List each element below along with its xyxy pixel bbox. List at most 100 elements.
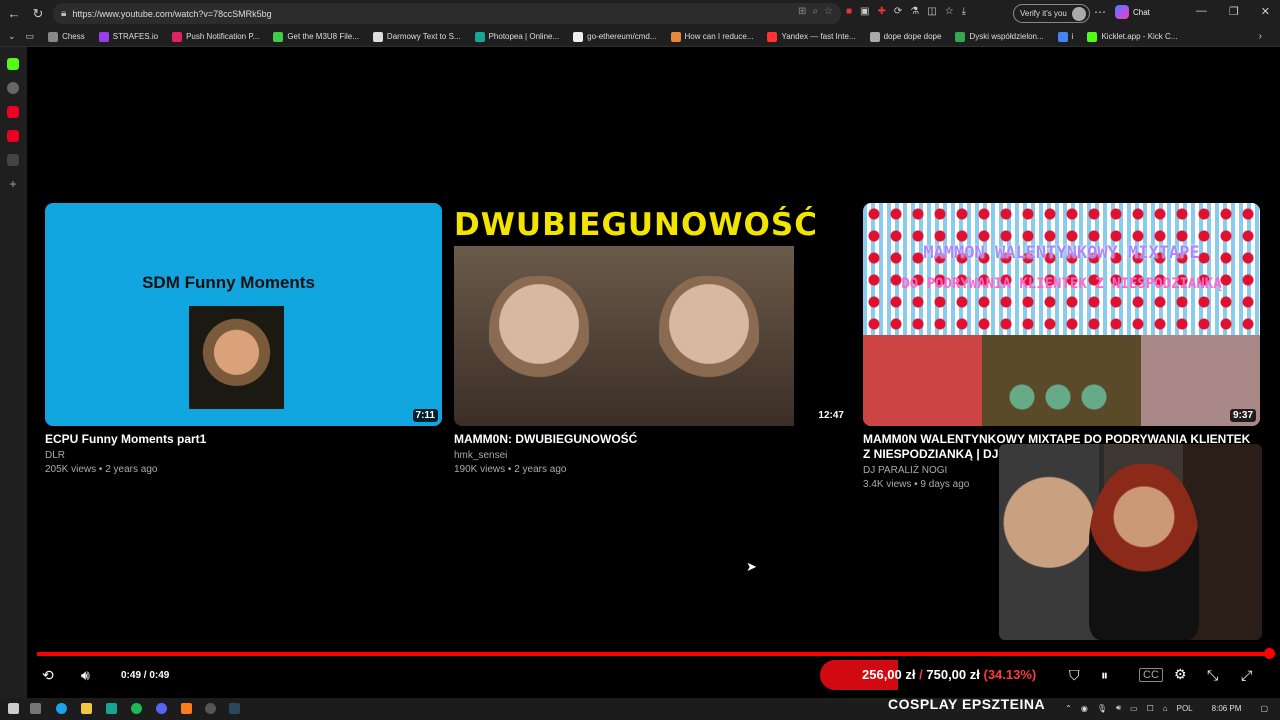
extension-icon[interactable]: ▣ [860, 6, 869, 17]
extension-icon[interactable]: ■ [846, 6, 852, 17]
downloads-icon[interactable]: ⤓ [962, 6, 966, 17]
video-thumbnail[interactable]: MAMMON WALENTYNKOWY MIXTAPE DO PODRYWANI… [863, 203, 1260, 426]
microphone-icon[interactable]: 🎙︎ [1097, 704, 1107, 713]
bookmark-item[interactable]: Yandex — fast Inte... [767, 31, 856, 42]
video-title[interactable]: ECPU Funny Moments part1 [45, 432, 442, 447]
add-icon[interactable]: + [7, 178, 19, 190]
fullscreen-exit-icon[interactable]: ⤢ [1241, 667, 1252, 684]
sidebar-app-icon[interactable] [7, 82, 19, 94]
url-text[interactable]: https://www.youtube.com/watch?v=78ccSMRk… [72, 9, 271, 19]
bookmark-item[interactable]: dope dope dope [869, 31, 941, 42]
bookmark-item[interactable]: Photopea | Online... [474, 31, 559, 42]
bookmark-favicon-icon [372, 31, 383, 42]
bookmark-item[interactable]: Push Notification P... [172, 31, 260, 42]
video-title[interactable]: MAMM0N: DWUBIEGUNOWOŚĆ [454, 432, 851, 447]
bookmark-star-icon[interactable]: ☆ [824, 6, 833, 17]
vertical-sidebar: + [0, 47, 27, 698]
bookmark-item[interactable]: Kicklet.app - Kick C... [1087, 31, 1177, 42]
reload-icon[interactable]: ↻ [28, 4, 48, 24]
extension-icon[interactable]: ⚗ [910, 6, 919, 17]
video-duration: 9:37 [1229, 409, 1256, 422]
thumbnail-image [998, 368, 1118, 426]
favorites-icon[interactable]: ☆ [945, 6, 954, 17]
bookmark-item[interactable]: i [1057, 31, 1073, 42]
tab-actions-icon[interactable]: ▭ [26, 31, 35, 42]
bookmark-item[interactable]: STRAFES.io [98, 31, 158, 42]
notifications-icon[interactable]: ▢ [1260, 704, 1268, 713]
video-progress-bar[interactable] [37, 648, 1275, 659]
youtube-app-icon[interactable] [7, 130, 19, 142]
volume-icon[interactable]: 🔊︎ [81, 667, 90, 684]
split-screen-icon[interactable]: ◫ [927, 6, 936, 17]
streamer-webcam-overlay [999, 444, 1262, 640]
bookmark-favicon-icon [573, 31, 584, 42]
extension-icon[interactable]: ⟳ [894, 6, 902, 17]
install-app-icon[interactable]: ⊞ [798, 6, 806, 17]
bookmark-label: Chess [62, 32, 85, 41]
discord-icon[interactable] [156, 703, 167, 714]
captions-icon[interactable]: CC [1139, 668, 1163, 682]
profile-verify-button[interactable]: Verify it's you [1013, 4, 1090, 23]
speaker-icon[interactable] [7, 154, 19, 166]
bookmark-label: How can I reduce... [684, 32, 754, 41]
address-bar[interactable]: 🔒︎ https://www.youtube.com/watch?v=78ccS… [53, 3, 841, 24]
copilot-chat-button[interactable]: Chat [1115, 5, 1150, 19]
clock[interactable]: 8:06 PM [1212, 704, 1242, 713]
keyboard-language[interactable]: POL [1177, 704, 1193, 713]
minimize-icon[interactable]: — [1196, 5, 1207, 18]
youtube-app-icon[interactable] [7, 106, 19, 118]
volume-tray-icon[interactable]: 🔊︎ [1116, 703, 1121, 713]
bookmark-favicon-icon [48, 31, 59, 42]
back-icon[interactable]: ← [4, 4, 24, 24]
verify-label: Verify it's you [1020, 9, 1067, 18]
video-thumbnail[interactable]: SDM Funny Moments 7:11 [45, 203, 442, 426]
restore-icon[interactable]: ❐ [1229, 5, 1239, 18]
steam-icon[interactable] [229, 703, 240, 714]
bookmark-item[interactable]: Chess [48, 31, 85, 42]
chevron-down-icon[interactable]: ⌄ [8, 31, 16, 42]
tray-app-icon[interactable]: ☐ [1147, 704, 1154, 713]
bookmark-item[interactable]: Darmowy Text to S... [372, 31, 461, 42]
edge-browser-icon[interactable] [56, 703, 67, 714]
tray-app-icon[interactable]: ⌂ [1163, 704, 1168, 713]
donation-separator: / [919, 667, 923, 682]
bookmark-label: go-ethereum/cmd... [587, 32, 657, 41]
bookmark-item[interactable]: Get the M3U8 File... [273, 31, 359, 42]
bookmarks-overflow-icon[interactable]: › [1259, 31, 1262, 42]
chat-label: Chat [1133, 7, 1150, 17]
donation-goal: 750,00 zł [926, 667, 980, 682]
pause-icon[interactable]: ⏸︎ [1101, 667, 1108, 684]
bookmark-item[interactable]: go-ethereum/cmd... [573, 31, 657, 42]
video-meta: 205K views • 2 years ago [45, 464, 158, 475]
end-screen-video-card[interactable]: SDM Funny Moments 7:11 ECPU Funny Moment… [45, 203, 442, 475]
channel-name[interactable]: DLR [45, 450, 442, 461]
channel-name[interactable]: hmk_sensei [454, 450, 851, 461]
bookmark-item[interactable]: How can I reduce... [670, 31, 754, 42]
replay-icon[interactable]: ⟲ [42, 667, 54, 684]
shield-icon[interactable]: ⛉ [1069, 667, 1080, 684]
close-icon[interactable]: ✕ [1261, 5, 1270, 18]
bookmark-favicon-icon [172, 31, 183, 42]
thumbnail-image [624, 246, 794, 426]
more-options-icon[interactable]: ⋯ [1094, 5, 1106, 19]
zoom-icon[interactable]: ⌕ [812, 6, 818, 17]
kick-app-icon[interactable] [7, 58, 19, 70]
app-icon[interactable] [205, 703, 216, 714]
bookmark-item[interactable]: Dyski współdzielon... [955, 31, 1044, 42]
file-explorer-icon[interactable] [81, 703, 92, 714]
settings-gear-icon[interactable]: ⚙︎ [1174, 666, 1187, 683]
video-thumbnail[interactable]: DWUBIEGUNOWOŚĆ 12:47 [454, 203, 851, 426]
bookmark-label: Push Notification P... [186, 32, 260, 41]
end-screen-video-card[interactable]: DWUBIEGUNOWOŚĆ 12:47 MAMM0N: DWUBIEGUNOW… [454, 203, 851, 475]
app-icon[interactable] [106, 703, 117, 714]
spotify-icon[interactable] [131, 703, 142, 714]
search-app-icon[interactable] [181, 703, 192, 714]
video-meta: 190K views • 2 years ago [454, 464, 567, 475]
miniplayer-icon[interactable]: ⤡ [1207, 667, 1218, 684]
extension-icon[interactable]: ✚ [878, 6, 886, 17]
windows-start-icon[interactable] [8, 703, 19, 714]
progress-scrubber[interactable] [1264, 648, 1275, 659]
task-view-icon[interactable] [30, 703, 41, 714]
network-icon[interactable]: ▭ [1130, 704, 1138, 713]
video-player[interactable]: SDM Funny Moments 7:11 ECPU Funny Moment… [28, 48, 1280, 698]
